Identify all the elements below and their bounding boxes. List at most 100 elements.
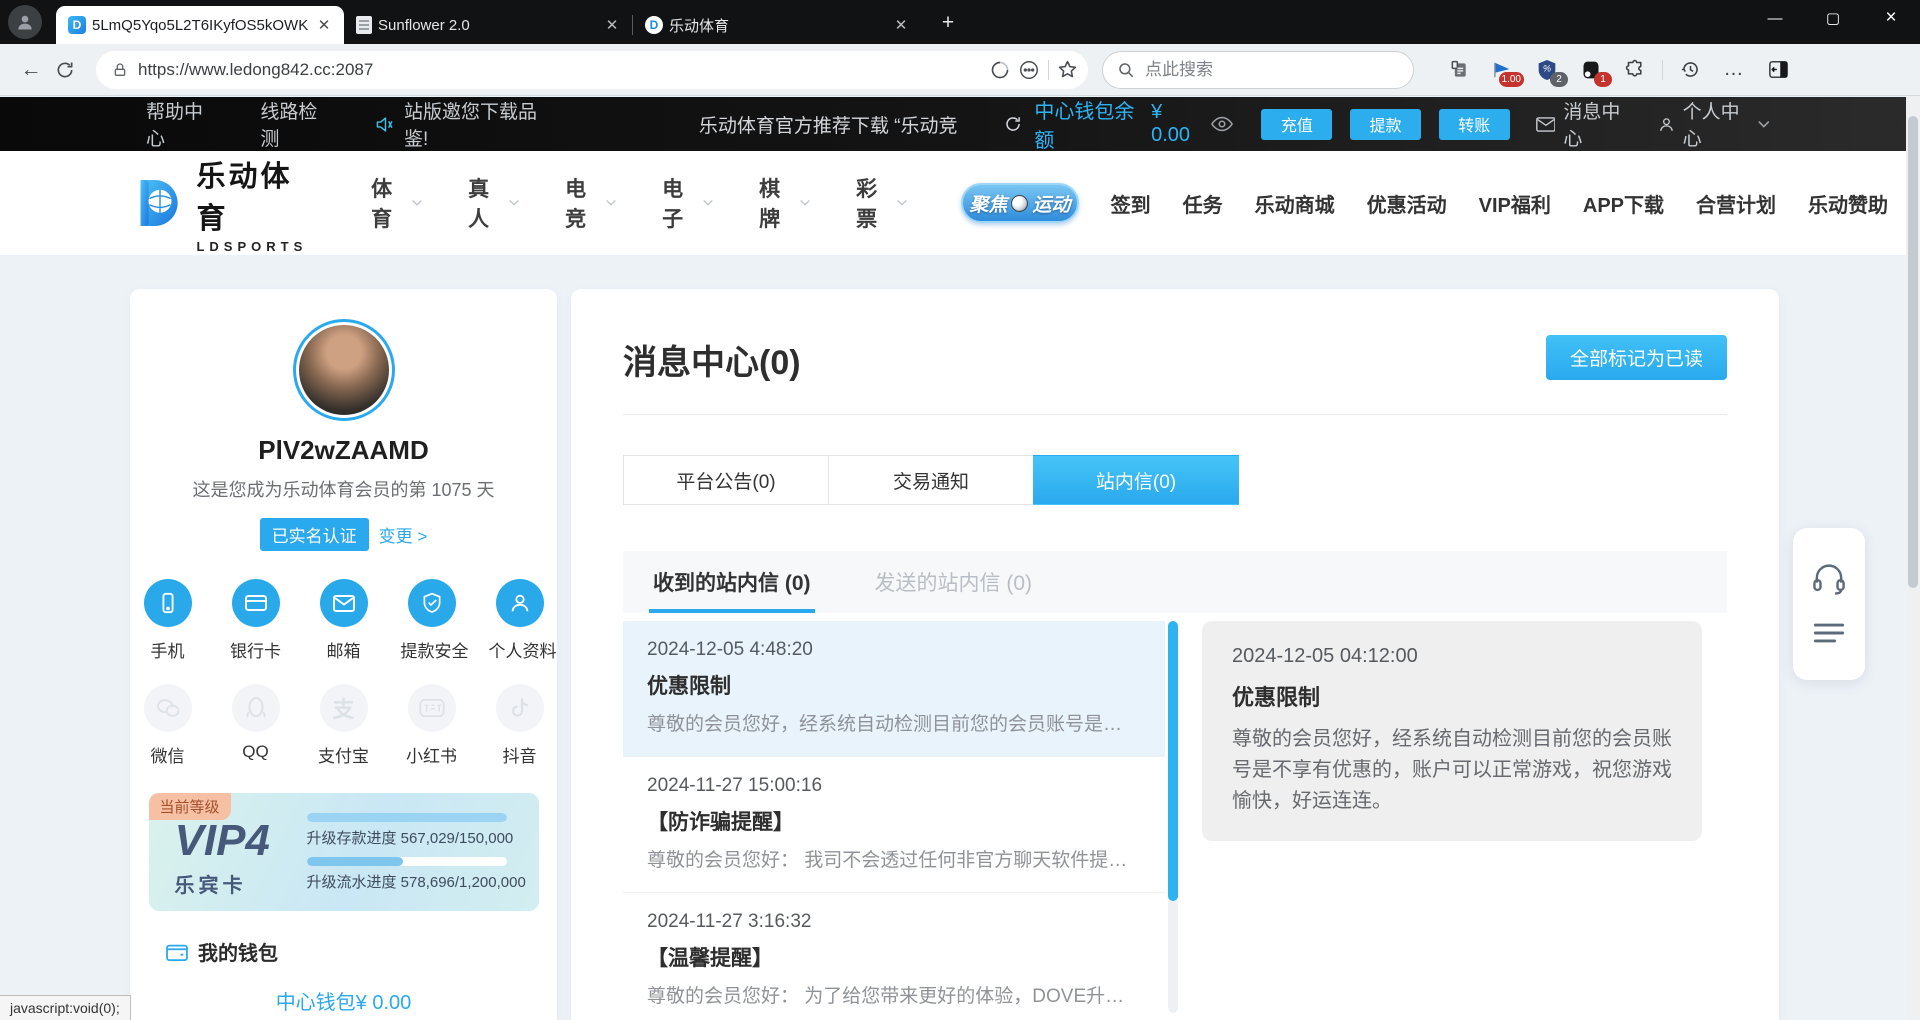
customer-service-button[interactable] <box>1812 563 1846 595</box>
transfer-button[interactable]: 转账 <box>1439 109 1510 140</box>
flag-extension-icon[interactable]: 1.00 <box>1486 52 1520 88</box>
back-button[interactable]: ← <box>14 53 48 87</box>
withdraw-button[interactable]: 提款 <box>1350 109 1421 140</box>
search-box[interactable] <box>1102 51 1414 89</box>
shield-extension-icon[interactable]: % 2 <box>1530 52 1564 88</box>
menu-slots[interactable]: 电子 <box>662 173 713 233</box>
browser-tab-1[interactable]: D 5LmQ5Yqo5L2T6IKyfOS5kOWKqC ✕ <box>56 6 344 44</box>
message-center-label: 消息中心 <box>1563 97 1631 151</box>
browser-tab-2[interactable]: Sunflower 2.0 ✕ <box>344 6 632 44</box>
message-detail-panel: 2024-12-05 04:12:00 优惠限制 尊敬的会员您好，经系统自动检测… <box>1202 621 1702 841</box>
refresh-button[interactable] <box>48 53 82 87</box>
address-bar[interactable]: https://www.ledong842.cc:2087 <box>96 51 1088 89</box>
new-tab-button[interactable]: + <box>935 10 961 36</box>
logo-title: 乐动体育 <box>196 153 313 237</box>
security-phone[interactable]: 手机 <box>137 579 199 662</box>
subtab-received-mail[interactable]: 收到的站内信 (0) <box>649 551 815 613</box>
social-douyin[interactable]: 抖音 <box>489 684 551 767</box>
message-center-link[interactable]: 消息中心 <box>1536 97 1632 151</box>
tab-transaction-notices[interactable]: 交易通知 <box>828 455 1034 505</box>
profile-card: PlV2wZAAMD 这是您成为乐动体育会员的第 1075 天 已实名认证 变更… <box>130 289 557 1020</box>
tab-platform-announcements[interactable]: 平台公告(0) <box>623 455 829 505</box>
site-logo[interactable]: 乐动体育 LDSPORTS <box>130 153 313 254</box>
close-window-button[interactable]: × <box>1862 0 1920 36</box>
minimize-button[interactable]: — <box>1746 0 1804 36</box>
detail-title: 优惠限制 <box>1232 680 1672 712</box>
social-qq[interactable]: QQ <box>225 684 287 767</box>
headset-icon <box>1812 563 1846 595</box>
help-center-link[interactable]: 帮助中心 <box>146 97 216 151</box>
settings-more-button[interactable]: … <box>1717 52 1751 88</box>
message-item-2[interactable]: 2024-11-27 15:00:16 【防诈骗提醒】 尊敬的会员您好： 我司不… <box>623 756 1165 892</box>
browser-tab-3[interactable]: D 乐动体育 ✕ <box>633 6 921 44</box>
nav-vip[interactable]: VIP福利 <box>1479 189 1551 218</box>
security-grid: 手机 银行卡 邮箱 提款安全 个人资料 <box>130 579 557 662</box>
collections-icon[interactable] <box>1442 52 1476 88</box>
sidebar-toggle-icon[interactable] <box>1761 52 1795 88</box>
history-icon[interactable] <box>1673 52 1707 88</box>
menu-sports[interactable]: 体育 <box>371 173 422 233</box>
message-tabs: 平台公告(0) 交易通知 站内信(0) <box>623 455 1727 505</box>
vip-card: 当前等级 VIP4 乐宾卡 升级存款进度 567,029/150,000 升级流… <box>149 793 539 911</box>
list-scrollbar[interactable] <box>1168 621 1178 1013</box>
nav-sponsorship[interactable]: 乐动赞助 <box>1808 189 1888 218</box>
refresh-balance-icon[interactable] <box>1004 114 1022 134</box>
nav-checkin[interactable]: 签到 <box>1111 189 1151 218</box>
url-text[interactable]: https://www.ledong842.cc:2087 <box>138 60 990 80</box>
nav-app-download[interactable]: APP下载 <box>1583 189 1664 218</box>
nav-promotions[interactable]: 优惠活动 <box>1367 189 1447 218</box>
favorite-star-icon[interactable] <box>1057 59 1078 80</box>
subtab-sent-mail[interactable]: 发送的站内信 (0) <box>871 551 1037 613</box>
focus-sports-badge[interactable]: 聚焦 运动 <box>961 183 1078 223</box>
social-xiaohongshu[interactable]: 小红书 <box>401 684 463 767</box>
message-center-card: 消息中心(0) 全部标记为已读 平台公告(0) 交易通知 站内信(0) 收到的站… <box>571 289 1779 1020</box>
menu-cards[interactable]: 棋牌 <box>759 173 810 233</box>
nav-tasks[interactable]: 任务 <box>1183 189 1223 218</box>
social-wechat[interactable]: 微信 <box>137 684 199 767</box>
tab-close-icon[interactable]: ✕ <box>314 15 334 35</box>
browser-scrollbar-thumb[interactable] <box>1908 116 1918 588</box>
change-link[interactable]: 变更 > <box>379 522 428 547</box>
line-check-link[interactable]: 线路检测 <box>260 97 330 151</box>
toggle-balance-visibility[interactable] <box>1211 116 1233 132</box>
tab-close-icon[interactable]: ✕ <box>891 15 911 35</box>
maximize-button[interactable]: ▢ <box>1804 0 1862 36</box>
svg-text:%: % <box>1543 63 1551 73</box>
menu-live[interactable]: 真人 <box>468 173 519 233</box>
chevron-down-icon <box>1758 120 1770 129</box>
browser-scrollbar[interactable] <box>1906 96 1920 1020</box>
social-alipay[interactable]: 支 支付宝 <box>313 684 375 767</box>
extensions-puzzle-icon[interactable] <box>1618 52 1652 88</box>
mark-all-read-button[interactable]: 全部标记为已读 <box>1546 335 1727 380</box>
turnover-progress-bar <box>307 857 507 866</box>
message-item-1[interactable]: 2024-12-05 4:48:20 优惠限制 尊敬的会员您好，经系统自动检测目… <box>623 621 1165 756</box>
nav-mall[interactable]: 乐动商城 <box>1255 189 1335 218</box>
menu-lottery[interactable]: 彩票 <box>856 173 907 233</box>
browser-profile-avatar[interactable] <box>8 5 42 39</box>
more-options-icon[interactable] <box>1018 59 1040 81</box>
tab-site-mail[interactable]: 站内信(0) <box>1033 455 1239 505</box>
window-controls: — ▢ × <box>1746 0 1920 36</box>
shield-badge: 2 <box>1550 72 1568 87</box>
security-email[interactable]: 邮箱 <box>313 579 375 662</box>
nav-affiliate[interactable]: 合营计划 <box>1696 189 1776 218</box>
security-bankcard[interactable]: 银行卡 <box>225 579 287 662</box>
translate-icon[interactable] <box>990 60 1010 80</box>
tab-title: Sunflower 2.0 <box>378 17 596 34</box>
menu-esports[interactable]: 电竞 <box>565 173 616 233</box>
search-input[interactable] <box>1145 60 1365 80</box>
message-item-3[interactable]: 2024-11-27 3:16:32 【温馨提醒】 尊敬的会员您好： 为了给您带… <box>623 892 1165 1013</box>
deposit-button[interactable]: 充值 <box>1261 109 1332 140</box>
announcement-text[interactable]: 站版邀您下载品鉴! <box>404 97 549 151</box>
tab-close-icon[interactable]: ✕ <box>602 15 622 35</box>
security-profile[interactable]: 个人资料 <box>489 579 551 662</box>
menu-button[interactable] <box>1812 621 1846 645</box>
avatar[interactable] <box>293 319 395 421</box>
security-withdraw-safety[interactable]: 提款安全 <box>401 579 463 662</box>
personal-center-link[interactable]: 个人中心 <box>1658 97 1770 151</box>
xiaohongshu-icon <box>419 699 445 717</box>
tasks-extension-icon[interactable]: 1 <box>1574 52 1608 88</box>
wallet-balance-label: 中心钱包余额 <box>1034 95 1143 153</box>
list-scrollbar-thumb[interactable] <box>1168 621 1178 901</box>
detail-date: 2024-12-05 04:12:00 <box>1232 645 1672 668</box>
